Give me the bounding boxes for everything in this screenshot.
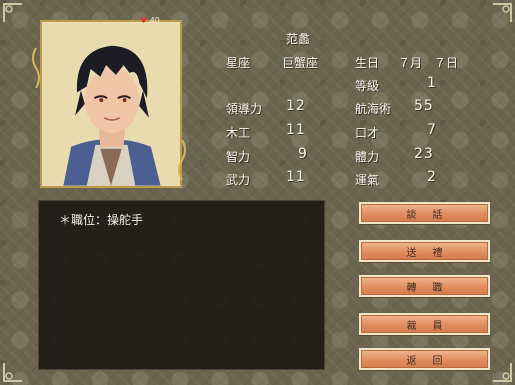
stamina-value: 23	[414, 146, 434, 162]
luck-value: 2	[427, 169, 437, 185]
intelligence-label: 智力	[226, 150, 251, 164]
back-button[interactable]: 返回	[359, 348, 490, 370]
eloquence-label: 口才	[355, 126, 380, 140]
corner-ornament	[2, 361, 24, 383]
corner-ornament	[2, 2, 24, 24]
navigation-value: 55	[414, 98, 434, 114]
frame-ornament	[30, 47, 42, 89]
navigation-label: 航海術	[355, 102, 392, 116]
stamina-label: 體力	[355, 150, 380, 164]
character-portrait	[40, 20, 182, 188]
martial-label: 武力	[226, 173, 251, 187]
eloquence-value: 7	[427, 122, 437, 138]
corner-ornament	[491, 361, 513, 383]
frame-ornament	[176, 139, 188, 181]
level-value: 1	[427, 75, 437, 91]
level-label: 等級	[355, 79, 380, 93]
change-job-button[interactable]: 轉職	[359, 275, 490, 297]
birthday-value: ７月 ７日	[398, 56, 459, 70]
dismiss-button[interactable]: 裁員	[359, 313, 490, 335]
intelligence-value: 9	[298, 146, 308, 162]
hp-indicator: ♥ 40	[140, 16, 160, 25]
heart-icon: ♥	[140, 16, 148, 25]
corner-ornament	[491, 2, 513, 24]
job-description-panel: ＊職位：操舵手	[38, 200, 325, 370]
character-name: 范蠡	[286, 32, 311, 46]
leadership-label: 領導力	[226, 102, 263, 116]
martial-value: 11	[286, 169, 306, 185]
hp-value: 40	[149, 16, 160, 25]
gift-button[interactable]: 送禮	[359, 240, 490, 262]
leadership-value: 12	[286, 98, 306, 114]
luck-label: 運氣	[355, 173, 380, 187]
portrait-image	[42, 22, 180, 186]
carpentry-value: 11	[286, 122, 306, 138]
carpentry-label: 木工	[226, 126, 251, 140]
birthday-label: 生日	[355, 56, 380, 70]
job-text: ＊職位：操舵手	[59, 213, 144, 227]
zodiac-label: 星座	[226, 56, 251, 70]
talk-button[interactable]: 談話	[359, 202, 490, 224]
zodiac-value: 巨蟹座	[282, 56, 319, 70]
